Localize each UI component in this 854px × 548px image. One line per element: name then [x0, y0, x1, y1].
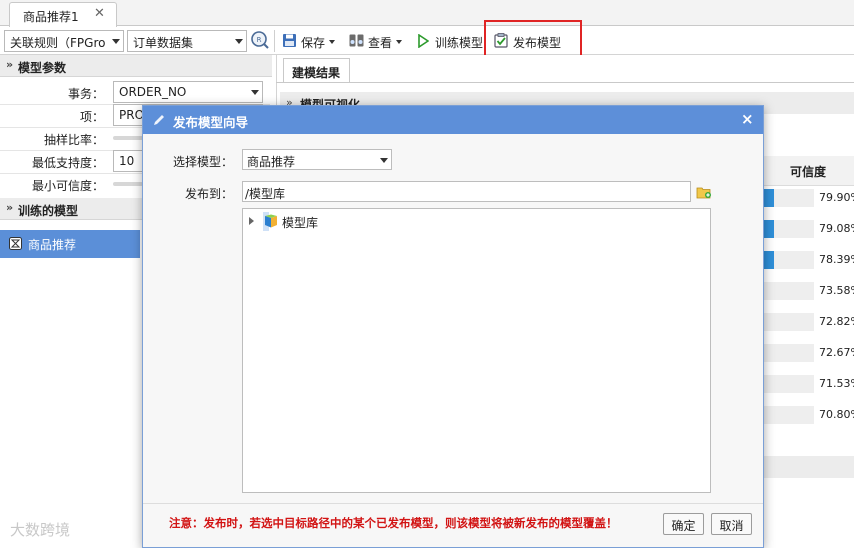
- chevron-down-icon: [235, 39, 243, 44]
- dialog-footer-divider: [143, 503, 763, 504]
- confidence-cell: 71.53%: [762, 373, 854, 395]
- confidence-bar-track: [762, 313, 814, 331]
- document-tab-bar: [0, 0, 854, 26]
- publish-path-input[interactable]: /模型库: [242, 181, 691, 202]
- trained-model-label: 商品推荐: [28, 238, 77, 252]
- confidence-value: 78.39%: [819, 253, 854, 266]
- new-folder-icon[interactable]: [696, 185, 712, 199]
- cancel-button[interactable]: 取消: [711, 513, 752, 535]
- select-model-value: 商品推荐: [247, 155, 296, 169]
- item-label: 项：: [79, 110, 104, 124]
- overwrite-warning: 注意：发布时，若选中目标路径中的某个已发布模型，则该模型将被新发布的模型覆盖！: [169, 516, 618, 530]
- model-params-header[interactable]: » 模型参数: [0, 55, 272, 77]
- select-model-dropdown[interactable]: 商品推荐: [242, 149, 392, 170]
- save-button[interactable]: 保存: [282, 30, 338, 52]
- confidence-cell: 72.82%: [762, 311, 854, 333]
- confidence-cell: 73.58%: [762, 280, 854, 302]
- confidence-bar-track: [762, 375, 814, 393]
- result-tabline: [276, 82, 854, 83]
- algorithm-select[interactable]: 关联规则（FPGrow: [4, 30, 124, 52]
- svg-text:R: R: [257, 36, 262, 44]
- transaction-select[interactable]: ORDER_NO: [113, 81, 263, 103]
- confidence-cell: 79.90%: [762, 187, 854, 209]
- target-folder-tree[interactable]: 模型库: [242, 208, 711, 493]
- publish-button-highlight: [484, 20, 582, 60]
- save-label: 保存: [301, 36, 326, 50]
- tree-node-label: 模型库: [282, 216, 319, 230]
- tab-label: 商品推荐1: [23, 10, 79, 24]
- chevron-down-icon: [329, 40, 335, 44]
- item-value: PRO: [119, 108, 145, 122]
- min-support-label: 最低支持度：: [31, 156, 104, 170]
- confidence-value: 73.58%: [819, 284, 854, 297]
- confidence-value: 70.80%: [819, 408, 854, 421]
- expand-arrow-icon[interactable]: [249, 217, 254, 225]
- confidence-bar-track: [762, 406, 814, 424]
- confidence-column-header[interactable]: 可信度: [762, 156, 854, 186]
- trained-models-header[interactable]: » 训练的模型: [0, 198, 142, 220]
- tab-build-result-label: 建模结果: [292, 66, 341, 80]
- collapse-icon: »: [6, 58, 14, 71]
- train-model-label: 训练模型: [435, 36, 484, 50]
- trained-models-title: 训练的模型: [18, 204, 79, 218]
- publish-path-value: /模型库: [245, 187, 286, 201]
- confidence-value: 72.82%: [819, 315, 854, 328]
- watermark: 大数跨境: [10, 521, 71, 539]
- dataset-select[interactable]: 订单数据集: [127, 30, 247, 52]
- ok-button[interactable]: 确定: [663, 513, 704, 535]
- collapse-icon: »: [6, 201, 14, 214]
- confidence-value: 79.90%: [819, 191, 854, 204]
- min-support-value: 10: [119, 154, 135, 168]
- min-support-input[interactable]: 10: [113, 150, 143, 172]
- confidence-value: 71.53%: [819, 377, 854, 390]
- tab-build-result[interactable]: 建模结果: [283, 58, 350, 82]
- dialog-title: 发布模型向导: [173, 115, 249, 130]
- model-library-icon: [265, 214, 277, 228]
- transaction-value: ORDER_NO: [119, 85, 187, 99]
- train-model-button[interactable]: 训练模型: [417, 30, 483, 52]
- tab-product-recommendation[interactable]: 商品推荐1 ✕: [9, 2, 117, 27]
- chevron-down-icon: [396, 40, 402, 44]
- dialog-title-bar[interactable]: 发布模型向导 ×: [143, 106, 763, 134]
- transaction-label: 事务：: [67, 87, 104, 101]
- confidence-cell: 79.08%: [762, 218, 854, 240]
- view-button[interactable]: 查看: [349, 30, 405, 52]
- chevron-down-icon: [112, 39, 120, 44]
- publish-model-dialog: 发布模型向导 × 选择模型： 商品推荐 发布到： /模型库 模型库 注意：发布时…: [142, 105, 764, 548]
- confidence-cell: 78.39%: [762, 249, 854, 271]
- play-icon: [418, 34, 429, 48]
- sample-ratio-slider[interactable]: [113, 136, 143, 140]
- trained-model-item[interactable]: 商品推荐: [0, 230, 140, 258]
- confidence-value: 79.08%: [819, 222, 854, 235]
- chevron-down-icon: [380, 158, 388, 163]
- model-params-title: 模型参数: [18, 61, 67, 75]
- select-model-label: 选择模型：: [173, 155, 234, 169]
- confidence-cell: 70.80%: [762, 404, 854, 426]
- confidence-cell: 72.67%: [762, 342, 854, 364]
- sample-ratio-label: 抽样比率：: [43, 133, 104, 147]
- min-confidence-slider[interactable]: [113, 182, 143, 186]
- confidence-value: 72.67%: [819, 346, 854, 359]
- confidence-bar-track: [762, 282, 814, 300]
- dataset-preview-icon[interactable]: R: [250, 30, 270, 50]
- toolbar: 关联规则（FPGrow 订单数据集 R 保存 查看 训练模型 发布模型: [0, 27, 854, 55]
- result-footer: [762, 456, 854, 478]
- tab-close-icon[interactable]: ✕: [94, 6, 105, 21]
- chevron-down-icon: [251, 90, 259, 95]
- confidence-bar-track: [762, 344, 814, 362]
- tree-node-model-library[interactable]: 模型库: [263, 212, 318, 231]
- min-confidence-label: 最小可信度：: [31, 179, 104, 193]
- close-icon[interactable]: ×: [741, 110, 754, 128]
- save-icon: [283, 34, 296, 47]
- dataset-select-value: 订单数据集: [133, 36, 194, 50]
- view-label: 查看: [368, 36, 393, 50]
- publish-to-label: 发布到：: [185, 187, 234, 201]
- toolbar-separator: [274, 30, 275, 52]
- view-icon: [349, 34, 364, 47]
- pencil-icon: [154, 115, 164, 125]
- model-icon: [9, 237, 22, 250]
- algorithm-select-value: 关联规则（FPGrow: [10, 36, 106, 50]
